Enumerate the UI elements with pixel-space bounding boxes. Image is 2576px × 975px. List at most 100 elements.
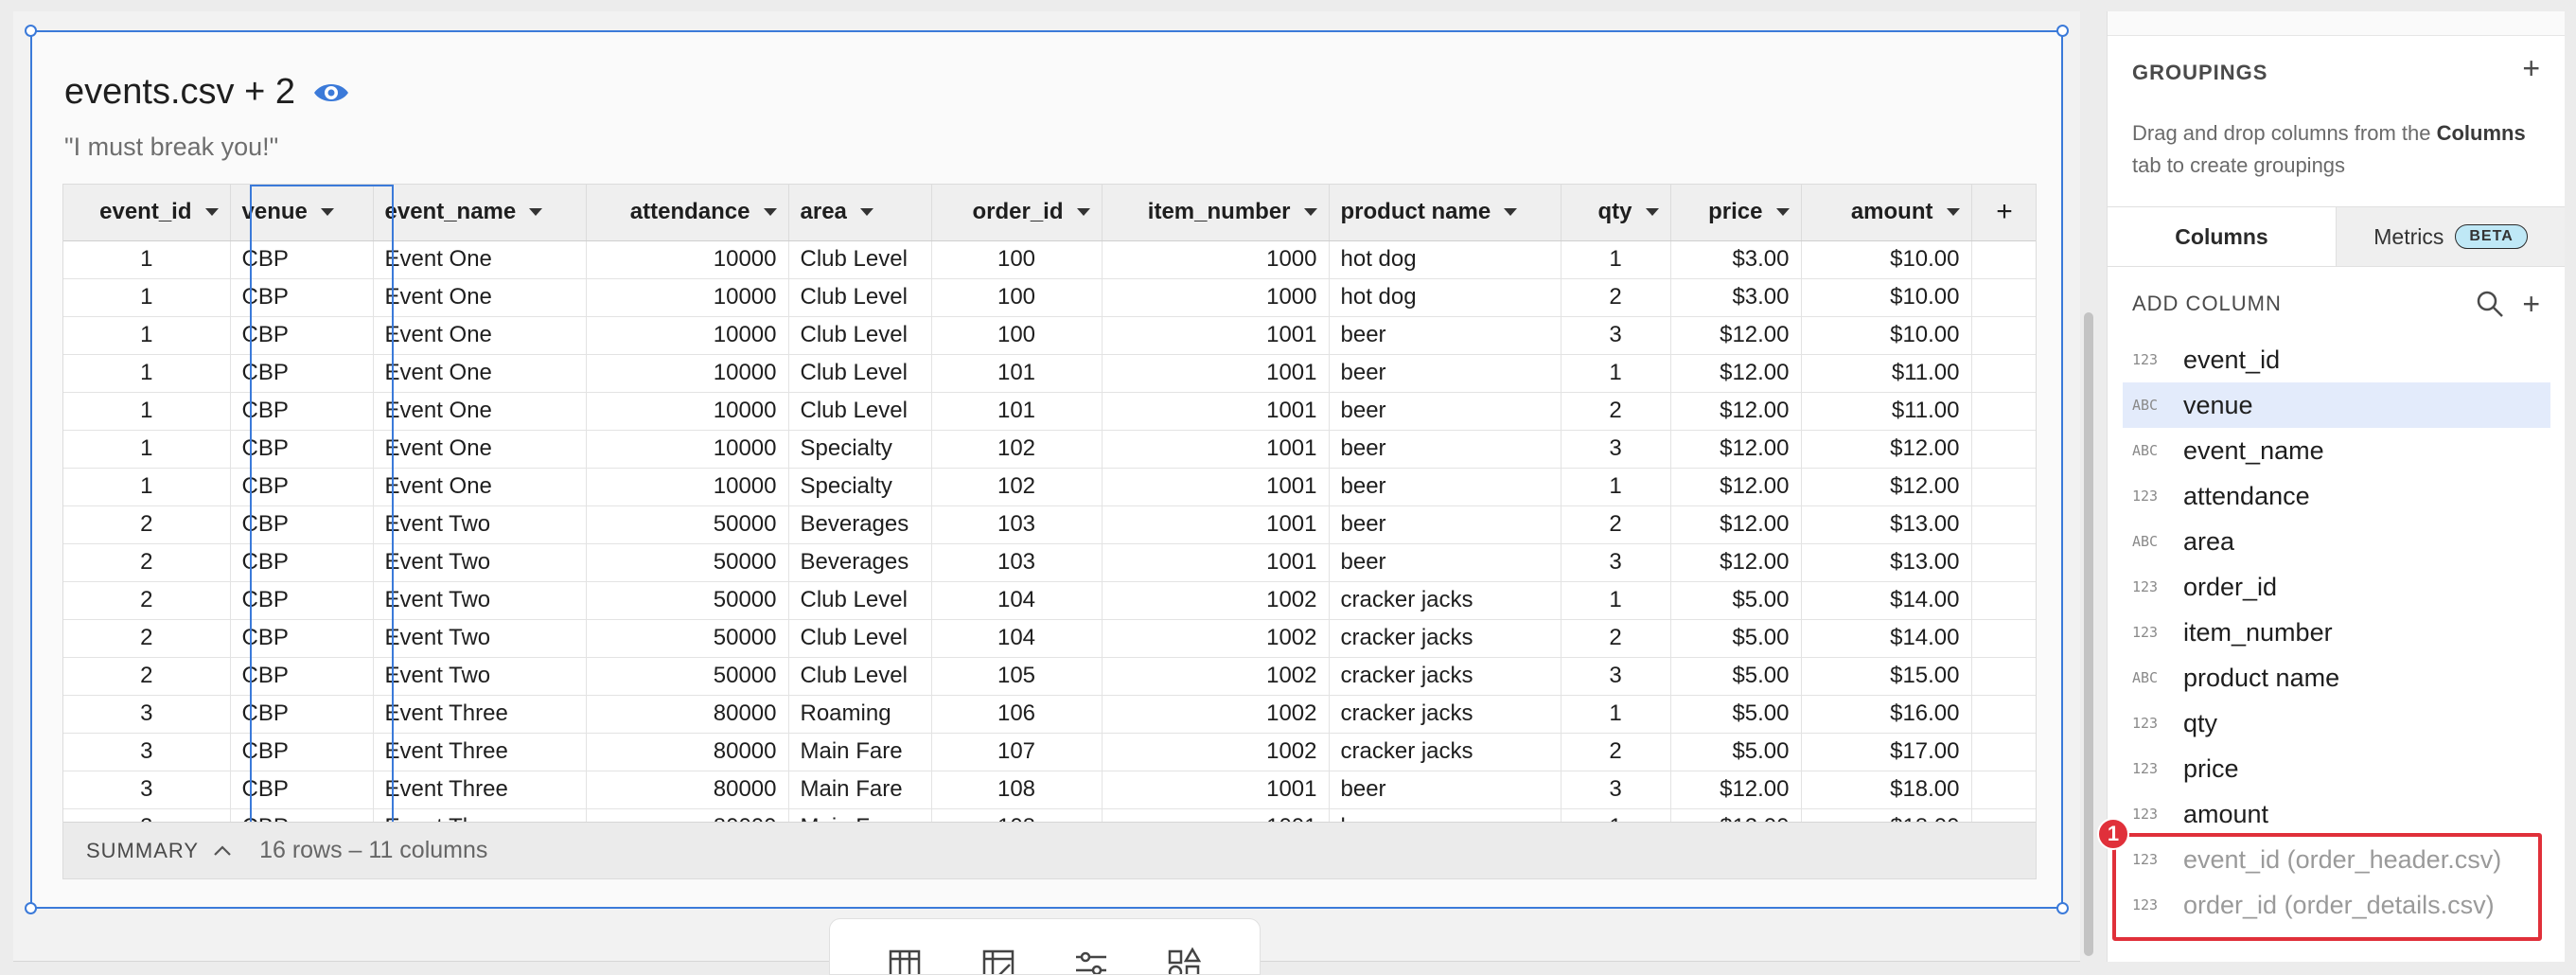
table-cell[interactable]: 1001 [1102,505,1330,544]
column-header-order_id[interactable]: order_id [931,185,1103,241]
column-list-item[interactable]: 123 order_id [2123,564,2550,610]
element-title[interactable]: events.csv + 2 [64,72,295,113]
column-list-item[interactable]: 123 event_id (order_header.csv) [2123,837,2550,882]
pivot-edit-icon[interactable] [979,944,1017,975]
resize-handle-bottom-left[interactable] [25,902,37,914]
table-cell[interactable]: 1 [1561,581,1671,620]
table-cell[interactable]: 107 [931,733,1103,771]
table-cell[interactable]: hot dog [1329,278,1561,317]
table-cell[interactable]: Event Three [373,771,587,809]
table-cell[interactable]: $5.00 [1670,733,1802,771]
table-cell[interactable]: 100 [931,278,1103,317]
table-cell[interactable]: 101 [931,392,1103,431]
table-cell[interactable]: CBP [230,657,374,696]
table-cell[interactable]: 1000 [1102,240,1330,279]
column-list-item[interactable]: 123 attendance [2123,473,2550,519]
caret-down-icon[interactable] [529,208,543,217]
table-cell[interactable]: Event Two [373,657,587,696]
table-cell[interactable]: 1002 [1102,695,1330,734]
table-row[interactable]: 2 CBP Event Two 50000 Club Level 105 1002 crack… [63,657,2036,696]
table-row[interactable]: 1 CBP Event One 10000 Specialty 102 1001 beer 1 $… [63,468,2036,506]
table-cell[interactable]: 1 [63,392,231,431]
table-cell[interactable]: 1002 [1102,619,1330,658]
table-row[interactable]: 3 CBP Event Three 80000 Main Fare 107 1002 crac… [63,733,2036,771]
table-row[interactable]: 2 CBP Event Two 50000 Club Level 104 1002 crack… [63,619,2036,658]
tab-columns[interactable]: Columns [2108,207,2336,266]
caret-down-icon[interactable] [1504,208,1518,217]
table-cell[interactable]: Event One [373,278,587,317]
column-list-item[interactable]: ABC product name [2123,655,2550,700]
table-cell[interactable]: 1 [1561,354,1671,393]
table-cell[interactable]: 10000 [586,392,789,431]
table-cell[interactable]: $12.00 [1670,505,1802,544]
table-cell[interactable]: beer [1329,771,1561,809]
table-cell[interactable]: CBP [230,430,374,469]
table-cell[interactable]: 1001 [1102,543,1330,582]
table-cell[interactable]: CBP [230,543,374,582]
table-cell[interactable]: 2 [1561,505,1671,544]
column-list-item[interactable]: 123 order_id (order_details.csv) [2123,882,2550,928]
table-cell[interactable]: Event Two [373,619,587,658]
table-cell[interactable]: 3 [1561,657,1671,696]
table-row[interactable]: 3 CBP Event Three 80000 Roaming 106 1002 cracke… [63,695,2036,734]
table-cell[interactable]: CBP [230,354,374,393]
table-cell[interactable]: 10000 [586,430,789,469]
table-cell[interactable]: $12.00 [1670,316,1802,355]
table-cell[interactable]: CBP [230,392,374,431]
table-cell[interactable]: 1001 [1102,392,1330,431]
table-cell[interactable]: 10000 [586,240,789,279]
table-cell[interactable]: cracker jacks [1329,657,1561,696]
table-cell[interactable]: 3 [1561,430,1671,469]
table-cell[interactable]: 1 [63,240,231,279]
table-cell[interactable]: 102 [931,468,1103,506]
table-cell[interactable]: cracker jacks [1329,733,1561,771]
table-cell[interactable]: Club Level [788,657,932,696]
caret-down-icon[interactable] [1946,208,1960,217]
table-cell[interactable]: 3 [63,771,231,809]
table-cell[interactable]: beer [1329,468,1561,506]
shapes-icon[interactable] [1166,944,1204,975]
table-row[interactable]: 1 CBP Event One 10000 Club Level 101 1001 beer 1… [63,354,2036,393]
table-cell[interactable]: 10000 [586,354,789,393]
table-cell[interactable]: 1001 [1102,771,1330,809]
caret-down-icon[interactable] [1645,208,1659,217]
caret-down-icon[interactable] [1303,208,1317,217]
summary-label[interactable]: SUMMARY [86,839,199,863]
table-cell[interactable]: 2 [1561,392,1671,431]
table-cell[interactable]: 3 [1561,543,1671,582]
table-cell[interactable]: 50000 [586,581,789,620]
resize-handle-top-right[interactable] [2056,25,2069,37]
table-cell[interactable]: 1001 [1102,316,1330,355]
table-cell[interactable]: 1 [63,278,231,317]
add-column-button[interactable]: + [2522,289,2540,319]
table-cell[interactable]: 80000 [586,733,789,771]
table-cell[interactable]: 10000 [586,468,789,506]
table-cell[interactable]: Event One [373,240,587,279]
table-row[interactable]: 2 CBP Event Two 50000 Beverages 103 1001 beer 2 $… [63,505,2036,544]
table-cell[interactable]: $11.00 [1801,354,1972,393]
sliders-icon[interactable] [1072,944,1110,975]
table-cell[interactable]: 3 [1561,316,1671,355]
column-header-item_number[interactable]: item_number [1102,185,1330,241]
table-cell[interactable]: 2 [63,657,231,696]
table-cell[interactable]: 103 [931,505,1103,544]
table-cell[interactable]: 1 [63,468,231,506]
column-header-venue[interactable]: venue [230,185,374,241]
table-cell[interactable]: 102 [931,430,1103,469]
table-cell[interactable]: $17.00 [1801,733,1972,771]
table-cell[interactable]: $18.00 [1801,771,1972,809]
eye-icon[interactable] [312,79,350,107]
table-cell[interactable]: CBP [230,695,374,734]
table-cell[interactable]: $12.00 [1670,430,1802,469]
table-cell[interactable]: cracker jacks [1329,695,1561,734]
resize-handle-top-left[interactable] [25,25,37,37]
table-cell[interactable]: CBP [230,505,374,544]
table-cell[interactable]: hot dog [1329,240,1561,279]
table-cell[interactable]: 1002 [1102,657,1330,696]
table-cell[interactable]: CBP [230,240,374,279]
table-cell[interactable]: Club Level [788,278,932,317]
column-list-item[interactable]: ABC venue [2123,382,2550,428]
canvas-scroll-thumb[interactable] [2084,312,2093,956]
table-cell[interactable]: cracker jacks [1329,619,1561,658]
table-cell[interactable]: 2 [63,543,231,582]
